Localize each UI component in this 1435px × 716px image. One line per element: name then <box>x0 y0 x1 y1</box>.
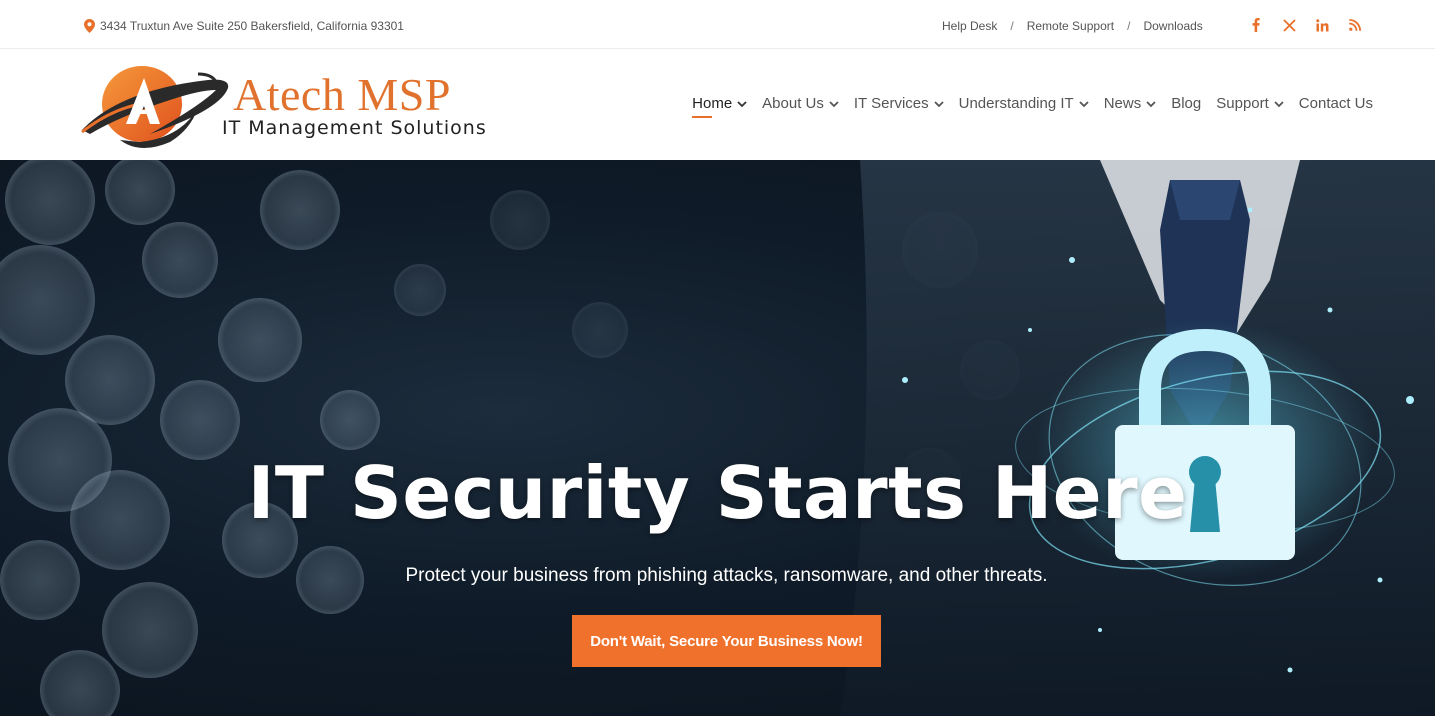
help-desk-link[interactable]: Help Desk <box>942 19 997 33</box>
nav-item-understanding-it[interactable]: Understanding IT <box>959 95 1089 112</box>
nav-label: Understanding IT <box>958 95 1074 112</box>
address: 3434 Truxtun Ave Suite 250 Bakersfield, … <box>84 19 404 33</box>
nav-label: About Us <box>762 95 824 112</box>
nav-item-about-us[interactable]: About Us <box>762 95 839 112</box>
chevron-down-icon <box>933 100 944 107</box>
nav-item-home[interactable]: Home <box>692 95 747 118</box>
nav-label: Blog <box>1171 95 1202 112</box>
hero-subtitle: Protect your business from phishing atta… <box>405 565 1048 586</box>
downloads-link[interactable]: Downloads <box>1143 19 1202 33</box>
address-text: 3434 Truxtun Ave Suite 250 Bakersfield, … <box>100 19 404 33</box>
site-header: Atech MSP IT Management Solutions Home A… <box>0 49 1435 160</box>
separator: / <box>1127 19 1131 33</box>
chevron-down-icon <box>737 100 747 107</box>
nav-item-news[interactable]: News <box>1104 95 1157 112</box>
hero-title: IT Security Starts Here <box>247 451 1188 535</box>
chevron-down-icon <box>829 100 839 107</box>
nav-item-it-services[interactable]: IT Services <box>854 95 944 112</box>
linkedin-icon[interactable] <box>1314 16 1330 34</box>
nav-item-support[interactable]: Support <box>1216 95 1284 112</box>
chevron-down-icon <box>1274 100 1284 107</box>
hero-banner: IT Security Starts Here Protect your bus… <box>0 160 1435 716</box>
nav-label: Contact Us <box>1298 95 1373 112</box>
nav-label: News <box>1103 95 1142 112</box>
logo-title: Atech MSP <box>233 69 451 120</box>
x-twitter-icon[interactable] <box>1281 16 1297 34</box>
nav-label: IT Services <box>853 95 929 112</box>
location-pin-icon <box>84 19 95 33</box>
logo-subtitle: IT Management Solutions <box>222 117 487 139</box>
logo[interactable]: Atech MSP IT Management Solutions <box>80 60 490 152</box>
nav-item-contact-us[interactable]: Contact Us <box>1299 95 1373 112</box>
chevron-down-icon <box>1146 100 1156 107</box>
secure-business-cta-button[interactable]: Don't Wait, Secure Your Business Now! <box>572 615 881 667</box>
top-bar: 3434 Truxtun Ave Suite 250 Bakersfield, … <box>0 0 1435 49</box>
rss-icon[interactable] <box>1347 16 1363 34</box>
chevron-down-icon <box>1079 100 1089 107</box>
utility-links: Help Desk / Remote Support / Downloads <box>942 19 1203 33</box>
main-nav: Home About Us IT Services Understanding … <box>677 95 1373 118</box>
logo-mark-icon <box>81 66 229 149</box>
nav-item-blog[interactable]: Blog <box>1171 95 1201 112</box>
nav-label: Home <box>692 95 733 118</box>
facebook-icon[interactable] <box>1248 16 1264 34</box>
social-links <box>1248 16 1363 34</box>
nav-label: Support <box>1216 95 1269 112</box>
separator: / <box>1010 19 1014 33</box>
remote-support-link[interactable]: Remote Support <box>1027 19 1114 33</box>
